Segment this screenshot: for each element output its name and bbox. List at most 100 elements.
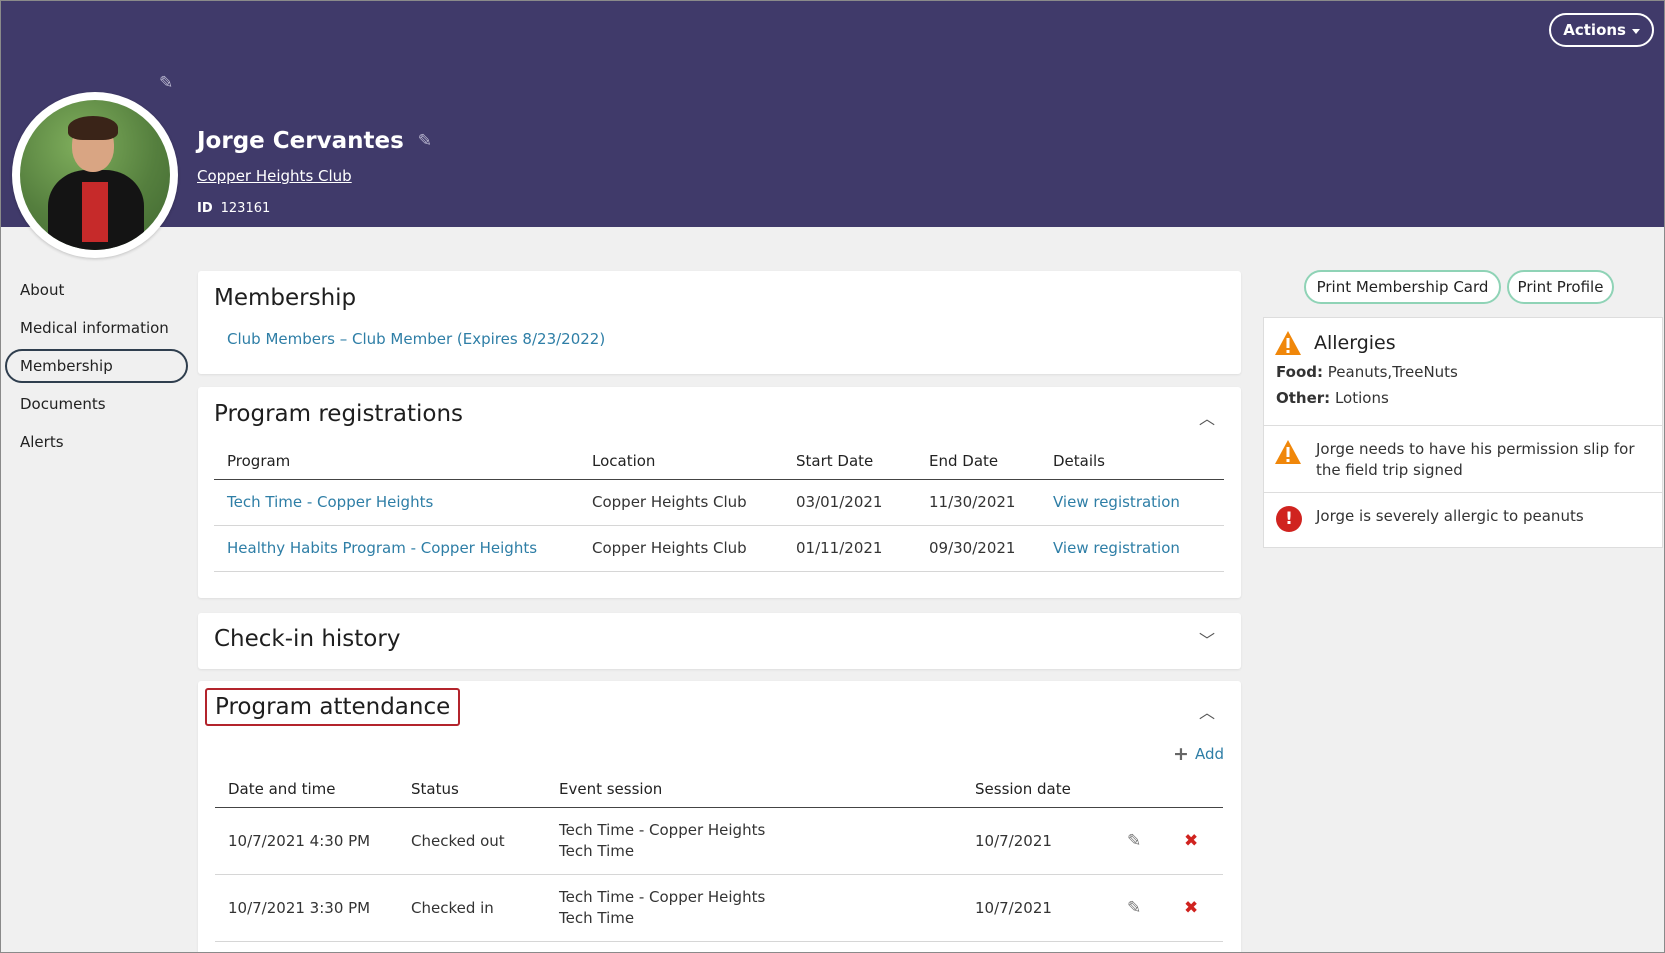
- warning-triangle-icon: [1275, 440, 1301, 464]
- id-value: 123161: [220, 201, 271, 216]
- peanut-allergy-alert: ! Jorge is severely allergic to peanuts: [1264, 493, 1662, 547]
- avatar: [12, 92, 178, 258]
- permission-slip-alert: Jorge needs to have his permission slip …: [1264, 426, 1662, 493]
- delete-x-icon[interactable]: ✖: [1184, 831, 1198, 851]
- permission-slip-text: Jorge needs to have his permission slip …: [1316, 440, 1635, 479]
- id-label: ID: [197, 201, 213, 216]
- allergies-food: Food: Peanuts,TreeNuts: [1276, 363, 1650, 381]
- print-membership-card-button[interactable]: Print Membership Card: [1304, 270, 1501, 304]
- row-actions: ✎ ✖: [1127, 874, 1223, 941]
- event-session-line2: Tech Time: [559, 908, 635, 927]
- membership-card: Membership Club Members – Club Member (E…: [198, 271, 1241, 374]
- add-attendance-button[interactable]: + Add: [1173, 743, 1224, 765]
- col-session-date: Session date: [975, 779, 1071, 798]
- event-session-line2: Tech Time: [559, 841, 635, 860]
- attendance-title-highlight: Program attendance: [205, 688, 461, 726]
- actions-label: Actions: [1563, 21, 1626, 39]
- attendance-table: Date and time Status Event session Sessi…: [215, 771, 1223, 942]
- chevron-up-icon[interactable]: ︿: [1199, 699, 1215, 723]
- warning-triangle-icon: [1275, 331, 1301, 355]
- food-label: Food:: [1276, 363, 1323, 381]
- profile-header: Actions ✎ Jorge Cervantes ✎ Copper Heigh…: [1, 1, 1664, 227]
- check-in-history-card[interactable]: Check-in history ﹀: [198, 613, 1241, 669]
- allergies-alert: Allergies Food: Peanuts,TreeNuts Other: …: [1264, 318, 1662, 426]
- datetime-cell: 10/7/2021 4:30 PM: [228, 831, 371, 850]
- allergies-other: Other: Lotions: [1276, 389, 1650, 407]
- error-circle-icon: !: [1276, 506, 1302, 532]
- table-row: Tech Time - Copper Heights Copper Height…: [214, 479, 1224, 525]
- sidebar-item-alerts[interactable]: Alerts: [5, 425, 188, 459]
- program-link[interactable]: Healthy Habits Program - Copper Heights: [227, 539, 537, 557]
- start-date-cell: 01/11/2021: [796, 539, 883, 557]
- membership-title: Membership: [214, 285, 357, 311]
- col-event-session: Event session: [559, 779, 663, 798]
- actions-button[interactable]: Actions: [1549, 13, 1654, 47]
- avatar-shirt: [82, 182, 108, 242]
- registrations-table: Program Location Start Date End Date Det…: [214, 443, 1224, 572]
- location-cell: Copper Heights Club: [592, 539, 747, 557]
- other-value: Lotions: [1334, 389, 1389, 407]
- view-registration-link[interactable]: View registration: [1053, 539, 1180, 557]
- table-row: 10/7/2021 4:30 PM Checked out Tech Time …: [215, 807, 1223, 874]
- col-actions: [1127, 771, 1223, 807]
- event-session-cell: Tech Time - Copper Heights Tech Time: [559, 807, 975, 874]
- session-date-cell: 10/7/2021: [975, 831, 1052, 850]
- end-date-cell: 09/30/2021: [929, 539, 1016, 557]
- program-attendance-card: Program attendance ︿ + Add Date and time…: [198, 681, 1241, 952]
- sidebar-nav: About Medical information Membership Doc…: [5, 273, 188, 463]
- avatar-hair: [68, 116, 118, 140]
- print-profile-button[interactable]: Print Profile: [1507, 270, 1614, 304]
- chevron-down-icon[interactable]: ﹀: [1199, 627, 1215, 651]
- event-session-cell: Tech Time - Copper Heights Tech Time: [559, 874, 975, 941]
- alerts-panel: Allergies Food: Peanuts,TreeNuts Other: …: [1263, 317, 1663, 548]
- edit-name-pencil-icon[interactable]: ✎: [418, 131, 432, 151]
- member-id: ID 123161: [197, 201, 270, 216]
- session-date-cell: 10/7/2021: [975, 898, 1052, 917]
- table-row: 10/7/2021 3:30 PM Checked in Tech Time -…: [215, 874, 1223, 941]
- attendance-title: Program attendance: [215, 694, 451, 720]
- program-registrations-card: Program registrations ︿ Program Location…: [198, 387, 1241, 598]
- profile-name: Jorge Cervantes ✎: [197, 128, 432, 154]
- membership-link[interactable]: Club Members – Club Member (Expires 8/23…: [227, 330, 605, 348]
- delete-x-icon[interactable]: ✖: [1184, 898, 1198, 918]
- program-link[interactable]: Tech Time - Copper Heights: [227, 493, 433, 511]
- sidebar-item-medical-information[interactable]: Medical information: [5, 311, 188, 345]
- start-date-cell: 03/01/2021: [796, 493, 883, 511]
- sidebar-item-membership[interactable]: Membership: [5, 349, 188, 383]
- edit-photo-pencil-icon[interactable]: ✎: [159, 73, 173, 93]
- caret-down-icon: [1632, 28, 1640, 34]
- food-value: Peanuts,TreeNuts: [1327, 363, 1458, 381]
- add-label: Add: [1194, 745, 1224, 763]
- club-link[interactable]: Copper Heights Club: [197, 167, 352, 185]
- col-status: Status: [411, 779, 459, 798]
- status-cell: Checked in: [411, 898, 494, 917]
- col-date-and-time: Date and time: [228, 779, 336, 798]
- col-details: Details: [1053, 451, 1106, 470]
- sidebar-item-about[interactable]: About: [5, 273, 188, 307]
- check-in-title: Check-in history: [214, 626, 401, 652]
- datetime-cell: 10/7/2021 3:30 PM: [228, 898, 371, 917]
- plus-icon: +: [1173, 743, 1189, 765]
- event-session-line1: Tech Time - Copper Heights: [559, 820, 766, 839]
- avatar-photo: [20, 100, 170, 250]
- status-cell: Checked out: [411, 831, 505, 850]
- view-registration-link[interactable]: View registration: [1053, 493, 1180, 511]
- sidebar-item-documents[interactable]: Documents: [5, 387, 188, 421]
- chevron-up-icon[interactable]: ︿: [1199, 405, 1215, 429]
- end-date-cell: 11/30/2021: [929, 493, 1016, 511]
- event-session-line1: Tech Time - Copper Heights: [559, 887, 766, 906]
- peanut-allergy-text: Jorge is severely allergic to peanuts: [1316, 507, 1584, 525]
- registrations-title: Program registrations: [214, 401, 464, 427]
- profile-name-text: Jorge Cervantes: [197, 128, 404, 154]
- edit-pencil-icon[interactable]: ✎: [1127, 831, 1141, 851]
- allergies-title: Allergies: [1314, 332, 1396, 354]
- col-end-date: End Date: [929, 451, 999, 470]
- table-row: Healthy Habits Program - Copper Heights …: [214, 525, 1224, 571]
- row-actions: ✎ ✖: [1127, 807, 1223, 874]
- edit-pencil-icon[interactable]: ✎: [1127, 898, 1141, 918]
- col-location: Location: [592, 451, 656, 470]
- other-label: Other:: [1276, 389, 1331, 407]
- page-frame: Actions ✎ Jorge Cervantes ✎ Copper Heigh…: [0, 0, 1665, 953]
- col-start-date: Start Date: [796, 451, 874, 470]
- table-header-row: Date and time Status Event session Sessi…: [215, 771, 1223, 807]
